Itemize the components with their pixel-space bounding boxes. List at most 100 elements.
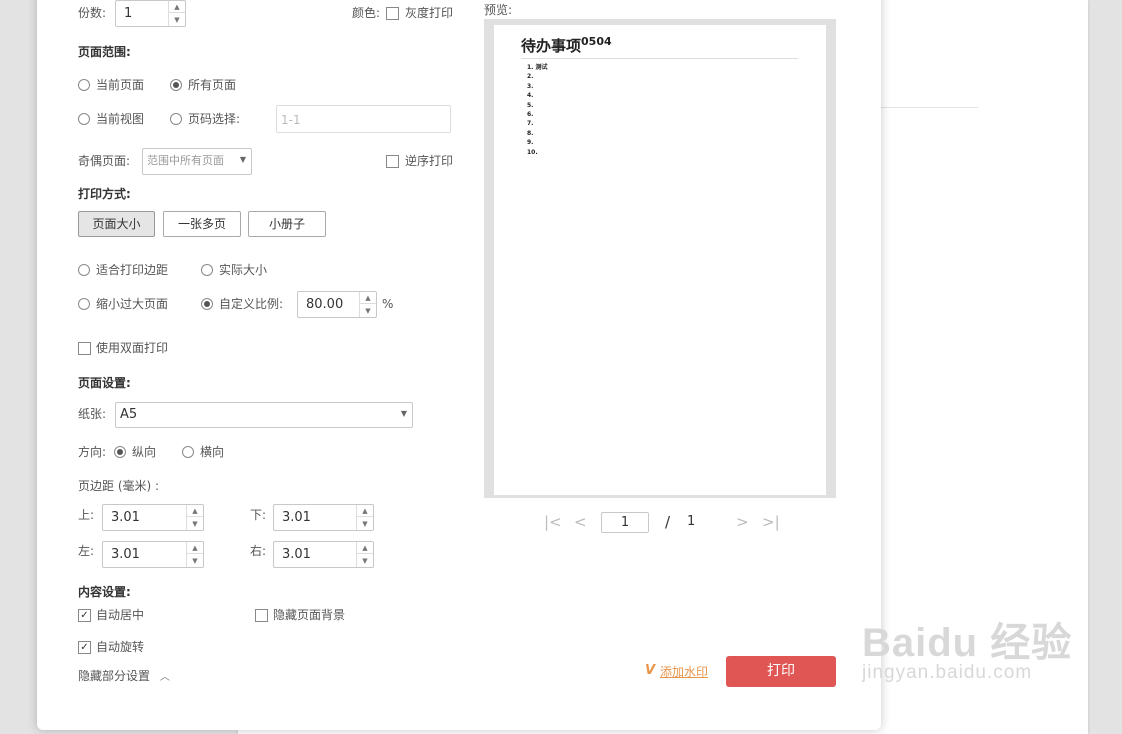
list-item: 9.	[527, 139, 534, 147]
duplex-label: 使用双面打印	[96, 341, 169, 355]
preview-pane: 待办事项0504 1. 测试 2. 3. 4. 5. 6. 7. 8. 9. 1…	[484, 19, 836, 498]
margin-right-stepper[interactable]: 3.01 ▲ ▼	[273, 541, 374, 568]
background-divider	[880, 107, 978, 108]
custom-scale-stepper[interactable]: 80.00 ▲ ▼	[297, 291, 377, 318]
margin-top-label: 上:	[78, 508, 95, 522]
margin-left-stepper[interactable]: 3.01 ▲ ▼	[102, 541, 204, 568]
content-settings-title: 内容设置:	[78, 585, 131, 599]
list-item: 5.	[527, 101, 534, 109]
decrement-icon[interactable]: ▼	[360, 305, 376, 317]
list-item: 10.	[527, 148, 538, 156]
total-pages: 1	[687, 514, 696, 529]
tab-page-size[interactable]: 页面大小	[78, 211, 155, 237]
list-item: 3.	[527, 82, 534, 90]
tab-multiple-pages[interactable]: 一张多页	[163, 211, 241, 237]
print-button[interactable]: 打印	[726, 656, 836, 687]
paper-select[interactable]: A5 ▼	[115, 402, 413, 428]
auto-center-label: 自动居中	[96, 608, 145, 622]
reverse-print-checkbox[interactable]	[386, 155, 399, 168]
preview-divider	[521, 58, 798, 59]
color-label: 颜色:	[352, 6, 381, 20]
margins-label: 页边距 (毫米) :	[78, 479, 160, 493]
actual-size-radio[interactable]	[201, 264, 213, 276]
increment-icon[interactable]: ▲	[357, 542, 373, 554]
copies-value: 1	[124, 6, 133, 21]
list-item: 7.	[527, 120, 534, 128]
current-view-radio[interactable]	[78, 113, 90, 125]
add-watermark-link[interactable]: 添加水印	[660, 663, 708, 680]
odd-even-select[interactable]: 范围中所有页面 ▼	[142, 148, 252, 175]
custom-scale-radio[interactable]	[201, 298, 213, 310]
hide-background-label: 隐藏页面背景	[273, 608, 346, 622]
next-page-icon[interactable]: >	[736, 513, 749, 531]
vip-icon: V	[645, 663, 656, 678]
shrink-large-radio[interactable]	[78, 298, 90, 310]
scale-unit: %	[382, 297, 394, 311]
auto-rotate-checkbox[interactable]: ✓	[78, 641, 91, 654]
last-page-icon[interactable]: >|	[762, 513, 780, 531]
portrait-label: 纵向	[132, 445, 157, 459]
increment-icon[interactable]: ▲	[187, 505, 203, 517]
margin-top-stepper[interactable]: 3.01 ▲ ▼	[102, 504, 204, 531]
chevron-down-icon: ▼	[239, 155, 246, 164]
increment-icon[interactable]: ▲	[357, 505, 373, 517]
page-select-input[interactable]: 1-1	[276, 105, 451, 133]
list-item: 1. 测试	[527, 64, 548, 71]
auto-center-checkbox[interactable]: ✓	[78, 609, 91, 622]
paper-label: 纸张:	[78, 407, 107, 421]
chevron-down-icon: ▼	[400, 409, 407, 418]
print-mode-title: 打印方式:	[78, 187, 131, 201]
margin-top-value: 3.01	[111, 510, 140, 525]
page-select-radio[interactable]	[170, 113, 182, 125]
decrement-icon[interactable]: ▼	[187, 555, 203, 567]
increment-icon[interactable]: ▲	[360, 292, 376, 304]
margin-left-label: 左:	[78, 544, 95, 558]
custom-scale-value: 80.00	[306, 297, 344, 312]
preview-label: 预览:	[484, 3, 513, 17]
preview-list: 1. 测试 2. 3. 4. 5. 6. 7. 8. 9. 10.	[527, 63, 548, 157]
baidu-url-text: jingyan.baidu.com	[862, 662, 1033, 683]
odd-even-value: 范围中所有页面	[147, 154, 224, 167]
current-page-radio[interactable]	[78, 79, 90, 91]
margin-bottom-value: 3.01	[282, 510, 311, 525]
tab-booklet[interactable]: 小册子	[248, 211, 326, 237]
page-separator: /	[665, 513, 671, 531]
custom-scale-label: 自定义比例:	[219, 297, 284, 311]
portrait-radio[interactable]	[114, 446, 126, 458]
actual-size-label: 实际大小	[219, 263, 268, 277]
prev-page-icon[interactable]: <	[574, 513, 587, 531]
all-pages-radio[interactable]	[170, 79, 182, 91]
page-range-title: 页面范围:	[78, 45, 131, 59]
fit-margins-radio[interactable]	[78, 264, 90, 276]
shrink-large-label: 缩小过大页面	[96, 297, 169, 311]
current-page-label: 当前页面	[96, 78, 145, 92]
increment-icon[interactable]: ▲	[187, 542, 203, 554]
grayscale-checkbox[interactable]	[386, 7, 399, 20]
chevron-up-icon: ︿	[159, 672, 170, 683]
margin-bottom-label: 下:	[250, 508, 267, 522]
odd-even-label: 奇偶页面:	[78, 154, 131, 168]
all-pages-label: 所有页面	[188, 78, 237, 92]
decrement-icon[interactable]: ▼	[357, 518, 373, 530]
hide-settings-label: 隐藏部分设置	[78, 669, 151, 683]
preview-sheet: 待办事项0504 1. 测试 2. 3. 4. 5. 6. 7. 8. 9. 1…	[494, 25, 826, 495]
baidu-jingyan-watermark: Baidu 经验 jingyan.baidu.com	[862, 610, 1073, 683]
decrement-icon[interactable]: ▼	[187, 518, 203, 530]
baidu-logo-text: Baidu 经验	[862, 621, 1073, 665]
margin-bottom-stepper[interactable]: 3.01 ▲ ▼	[273, 504, 374, 531]
decrement-icon[interactable]: ▼	[169, 14, 185, 26]
margin-right-label: 右:	[250, 544, 267, 558]
increment-icon[interactable]: ▲	[169, 1, 185, 13]
first-page-icon[interactable]: |<	[544, 513, 562, 531]
landscape-label: 横向	[200, 445, 225, 459]
hide-background-checkbox[interactable]	[255, 609, 268, 622]
landscape-radio[interactable]	[182, 446, 194, 458]
decrement-icon[interactable]: ▼	[357, 555, 373, 567]
copies-stepper[interactable]: 1 ▲ ▼	[115, 0, 186, 27]
margin-left-value: 3.01	[111, 547, 140, 562]
duplex-checkbox[interactable]	[78, 342, 91, 355]
hide-settings-toggle[interactable]: 隐藏部分设置 ︿	[78, 668, 170, 684]
list-item: 6.	[527, 111, 534, 119]
fit-margins-label: 适合打印边距	[96, 263, 169, 277]
page-number-input[interactable]: 1	[601, 512, 649, 533]
